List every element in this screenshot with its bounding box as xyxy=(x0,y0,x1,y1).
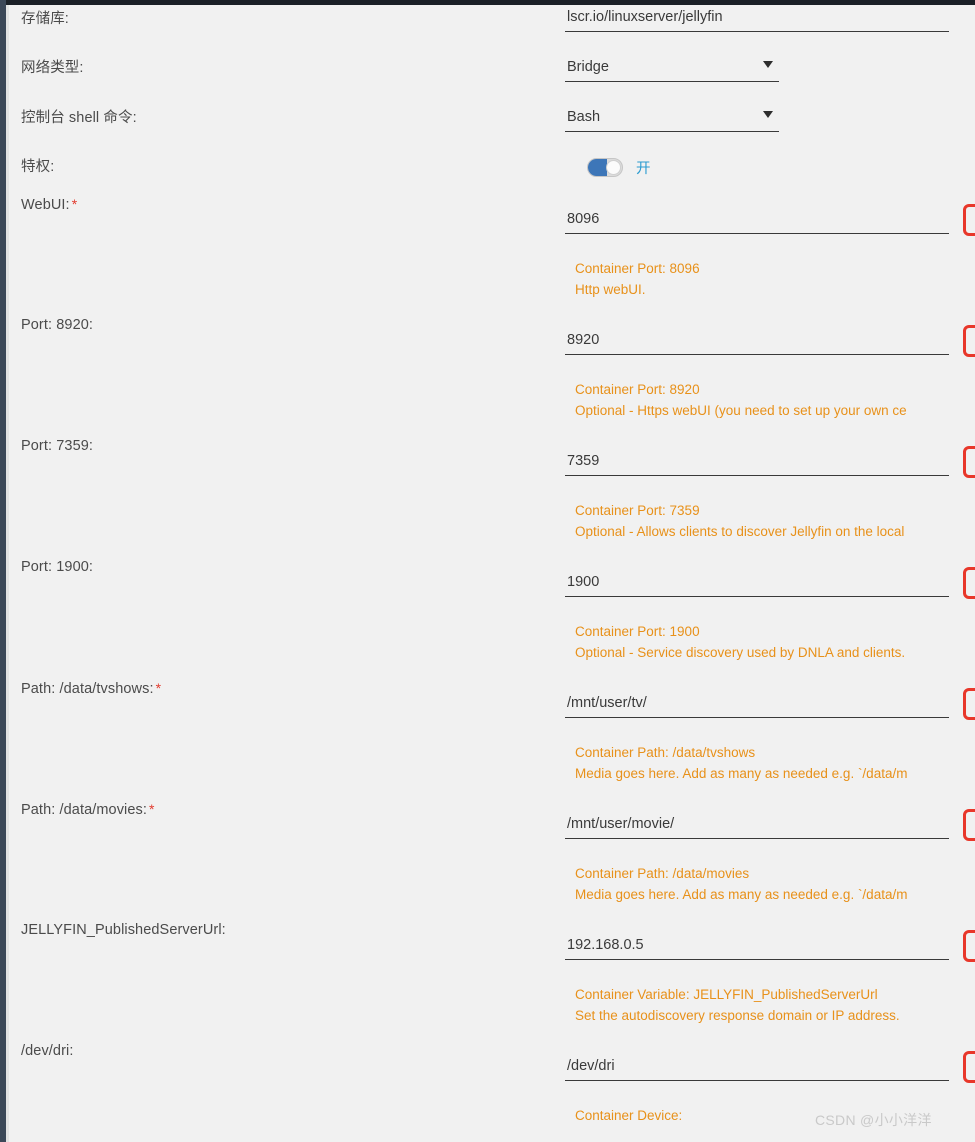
field-label-text: WebUI: xyxy=(21,197,70,213)
remove-field-button[interactable] xyxy=(963,446,975,478)
remove-field-button[interactable] xyxy=(963,567,975,599)
field-label-text: Port: 8920: xyxy=(21,317,94,333)
text-input[interactable] xyxy=(565,331,949,355)
text-input[interactable] xyxy=(565,936,949,960)
field-label: Port: 1900: xyxy=(21,558,93,576)
field-label: Path: /data/tvshows: * xyxy=(21,679,161,698)
dropdown-select[interactable]: Bridge xyxy=(565,58,779,82)
remove-field-button[interactable] xyxy=(963,688,975,720)
field-label-text: /dev/dri: xyxy=(21,1043,74,1059)
field-help-text: Optional - Https webUI (you need to set … xyxy=(575,403,907,418)
field-label-text: 存储库: xyxy=(21,11,69,27)
field-help-text: Container Path: /data/movies xyxy=(575,866,750,881)
field-label-text: 控制台 shell 命令: xyxy=(21,110,137,126)
toggle-switch[interactable] xyxy=(587,158,623,177)
field-label: WebUI: * xyxy=(21,195,77,214)
remove-field-button[interactable] xyxy=(963,325,975,357)
field-label: Port: 7359: xyxy=(21,437,93,455)
field-label-text: 特权: xyxy=(21,159,55,175)
field-label-text: Port: 7359: xyxy=(21,438,94,454)
dropdown-selected-value: Bridge xyxy=(567,59,609,75)
field-label: 特权: xyxy=(21,158,54,176)
field-label-text: JELLYFIN_PublishedServerUrl: xyxy=(21,922,226,938)
toggle-state-label: 开 xyxy=(636,161,651,177)
dropdown-selected-value: Bash xyxy=(567,109,601,125)
required-asterisk-icon: * xyxy=(71,196,78,212)
field-label-text: Port: 1900: xyxy=(21,559,94,575)
remove-field-button[interactable] xyxy=(963,204,975,236)
required-asterisk-icon: * xyxy=(155,680,162,696)
left-navigation-rail xyxy=(0,0,6,1142)
text-input[interactable] xyxy=(565,573,949,597)
field-label-text: 网络类型: xyxy=(21,60,84,76)
field-help-text: Media goes here. Add as many as needed e… xyxy=(575,887,908,902)
field-help-text: Container Device: xyxy=(575,1108,683,1123)
field-label-text: Path: /data/tvshows: xyxy=(21,681,154,697)
field-help-text: Optional - Allows clients to discover Je… xyxy=(575,524,905,539)
field-label: /dev/dri: xyxy=(21,1042,73,1060)
field-help-text: Container Port: 7359 xyxy=(575,503,700,518)
field-help-text: Media goes here. Add as many as needed e… xyxy=(575,766,908,781)
chevron-down-icon xyxy=(763,61,773,68)
settings-form-surface: 存储库: 网络类型: Bridge 控制台 shell 命令: Bash 特权: 开 WebU… xyxy=(9,5,975,1142)
container-settings-form-page: 存储库: 网络类型: Bridge 控制台 shell 命令: Bash 特权: 开 WebU… xyxy=(0,0,975,1142)
remove-field-button[interactable] xyxy=(963,930,975,962)
text-input[interactable] xyxy=(565,694,949,718)
field-label: Path: /data/movies: * xyxy=(21,800,155,819)
field-label: Port: 8920: xyxy=(21,316,93,334)
text-input[interactable] xyxy=(565,8,949,32)
field-label: JELLYFIN_PublishedServerUrl: xyxy=(21,921,226,939)
required-asterisk-icon: * xyxy=(149,801,155,817)
privileged-toggle-row[interactable]: 开 xyxy=(587,157,651,178)
dropdown-select[interactable]: Bash xyxy=(565,108,779,132)
field-help-text: Container Variable: JELLYFIN_PublishedSe… xyxy=(575,987,878,1002)
field-help-text: Optional - Service discovery used by DNL… xyxy=(575,645,906,660)
left-rail-divider xyxy=(6,5,9,1142)
field-label: 存储库: xyxy=(21,10,69,28)
field-help-text: Container Port: 8920 xyxy=(575,382,700,397)
csdn-watermark: CSDN @小小洋洋 xyxy=(815,1112,932,1128)
field-help-text: Container Path: /data/tvshows xyxy=(575,745,756,760)
field-label-text: Path: /data/movies: xyxy=(21,802,148,818)
chevron-down-icon xyxy=(763,111,773,118)
field-help-text: Http webUI. xyxy=(575,282,646,297)
text-input[interactable] xyxy=(565,210,949,234)
text-input[interactable] xyxy=(565,1057,949,1081)
field-label: 控制台 shell 命令: xyxy=(21,109,137,127)
toggle-knob xyxy=(606,160,621,175)
text-input[interactable] xyxy=(565,815,949,839)
field-help-text: Container Port: 8096 xyxy=(575,261,700,276)
text-input[interactable] xyxy=(565,452,949,476)
remove-field-button[interactable] xyxy=(963,1051,975,1083)
field-help-text: Container Port: 1900 xyxy=(575,624,700,639)
field-label: 网络类型: xyxy=(21,59,84,77)
field-help-text: Set the autodiscovery response domain or… xyxy=(575,1008,900,1023)
toggle-fill xyxy=(588,159,607,176)
remove-field-button[interactable] xyxy=(963,809,975,841)
